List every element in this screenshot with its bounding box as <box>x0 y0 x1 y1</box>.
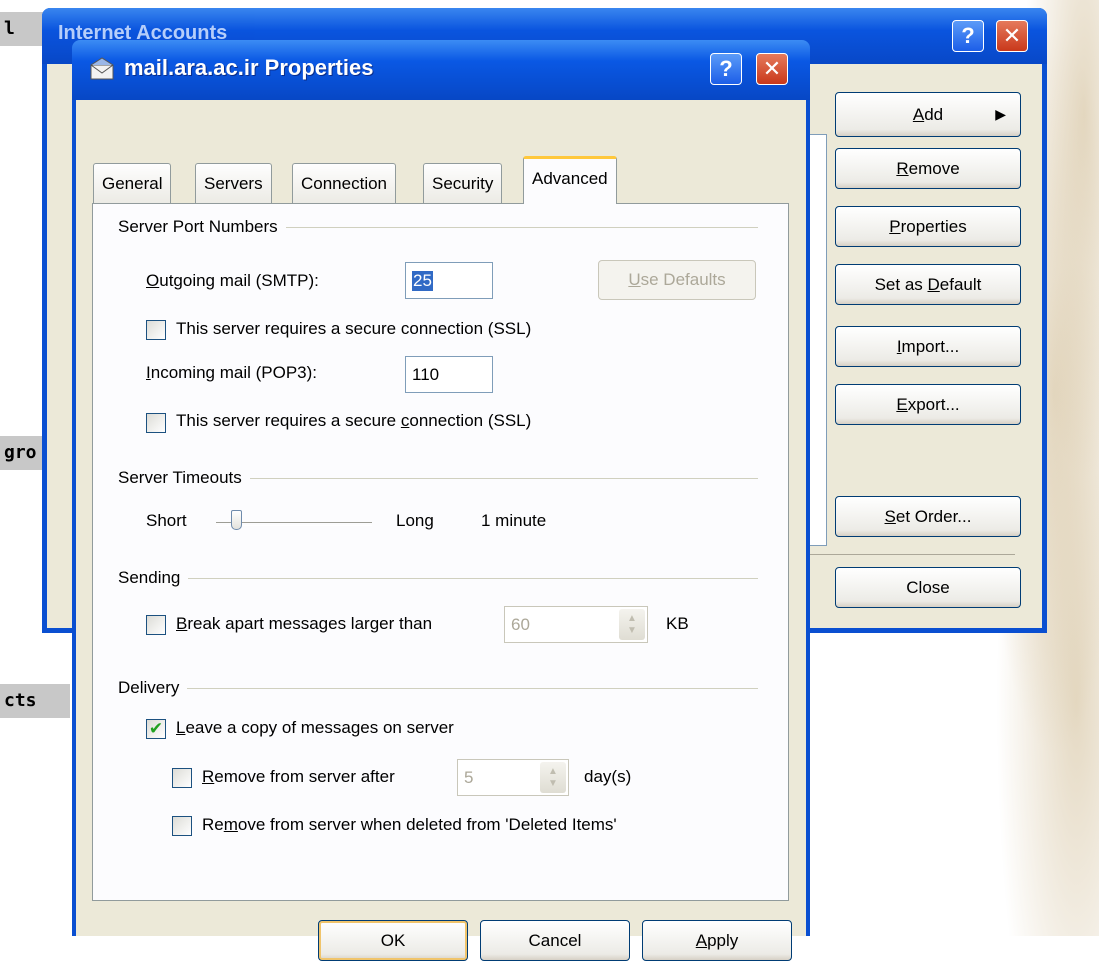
properties-button[interactable]: Properties <box>835 206 1021 247</box>
break-apart-checkbox[interactable] <box>146 615 166 635</box>
leave-copy-checkbox[interactable]: ✔ <box>146 719 166 739</box>
close-button[interactable]: Close <box>835 567 1021 608</box>
tab-advanced[interactable]: Advanced <box>523 156 617 204</box>
export-button[interactable]: Export... <box>835 384 1021 425</box>
break-size-input[interactable]: 60 ▲ ▼ <box>504 606 648 643</box>
delivery-title: Delivery <box>118 678 188 698</box>
add-button[interactable]: Add ▶ <box>835 92 1021 137</box>
import-button[interactable]: Import... <box>835 326 1021 367</box>
ok-button[interactable]: OK <box>318 920 468 961</box>
incoming-mail-label: Incoming mail (POP3): <box>146 363 318 382</box>
remove-after-checkbox[interactable] <box>172 768 192 788</box>
tab-general[interactable]: General <box>93 163 172 203</box>
background-label-3: cts <box>0 684 70 718</box>
close-icon[interactable]: ✕ <box>756 53 788 85</box>
question-icon[interactable]: ? <box>710 53 742 85</box>
remove-after-label: Remove from server after <box>202 767 395 786</box>
properties-titlebar: mail.ara.ac.ir Properties ? ✕ <box>72 40 810 100</box>
kb-label: KB <box>666 614 689 633</box>
dialog-title: mail.ara.ac.ir Properties <box>124 55 374 80</box>
question-icon[interactable]: ? <box>952 20 984 52</box>
remove-days-input[interactable]: 5 ▲ ▼ <box>457 759 569 796</box>
set-default-button[interactable]: Set as Default <box>835 264 1021 305</box>
ssl-incoming-label: This server requires a secure connection… <box>176 411 532 430</box>
ssl-incoming-checkbox[interactable] <box>146 413 166 433</box>
cancel-button[interactable]: Cancel <box>480 920 630 961</box>
remove-button[interactable]: Remove <box>835 148 1021 189</box>
remove-deleted-checkbox[interactable] <box>172 816 192 836</box>
outgoing-mail-label: Outgoing mail (SMTP): <box>146 271 319 290</box>
checkmark-icon: ✔ <box>148 719 164 738</box>
short-label: Short <box>146 511 187 530</box>
use-defaults-button[interactable]: Use Defaults <box>598 260 756 300</box>
tab-security[interactable]: Security <box>423 163 503 203</box>
tab-servers[interactable]: Servers <box>195 163 272 203</box>
properties-dialog: mail.ara.ac.ir Properties ? ✕ General Se… <box>72 40 810 961</box>
break-apart-label: Break apart messages larger than <box>176 614 433 633</box>
group-divider <box>118 578 758 579</box>
close-icon[interactable]: ✕ <box>996 20 1028 52</box>
smtp-port-input[interactable]: 25 <box>405 262 493 299</box>
spin-arrows-icon[interactable]: ▲ ▼ <box>619 609 645 640</box>
pop3-port-input[interactable]: 110 <box>405 356 493 393</box>
advanced-panel <box>92 203 789 901</box>
tab-connection[interactable]: Connection <box>292 163 397 203</box>
triangle-right-icon: ▶ <box>995 106 1006 122</box>
ssl-outgoing-label: This server requires a secure connection… <box>176 319 532 338</box>
set-order-button[interactable]: Set Order... <box>835 496 1021 537</box>
long-label: Long <box>396 511 434 530</box>
server-timeouts-title: Server Timeouts <box>118 468 250 488</box>
sending-title: Sending <box>118 568 189 588</box>
properties-client: General Servers Connection Security Adva… <box>76 100 806 961</box>
group-divider <box>118 688 758 689</box>
days-label: day(s) <box>584 767 632 786</box>
timeout-value: 1 minute <box>481 511 547 530</box>
apply-button[interactable]: Apply <box>642 920 792 961</box>
ssl-outgoing-checkbox[interactable] <box>146 320 166 340</box>
timeout-slider[interactable] <box>231 510 242 530</box>
spin-arrows-icon[interactable]: ▲ ▼ <box>540 762 566 793</box>
remove-deleted-label: Remove from server when deleted from 'De… <box>202 815 617 834</box>
mail-account-icon <box>90 57 114 80</box>
leave-copy-label: Leave a copy of messages on server <box>176 718 454 737</box>
server-ports-title: Server Port Numbers <box>118 217 286 237</box>
